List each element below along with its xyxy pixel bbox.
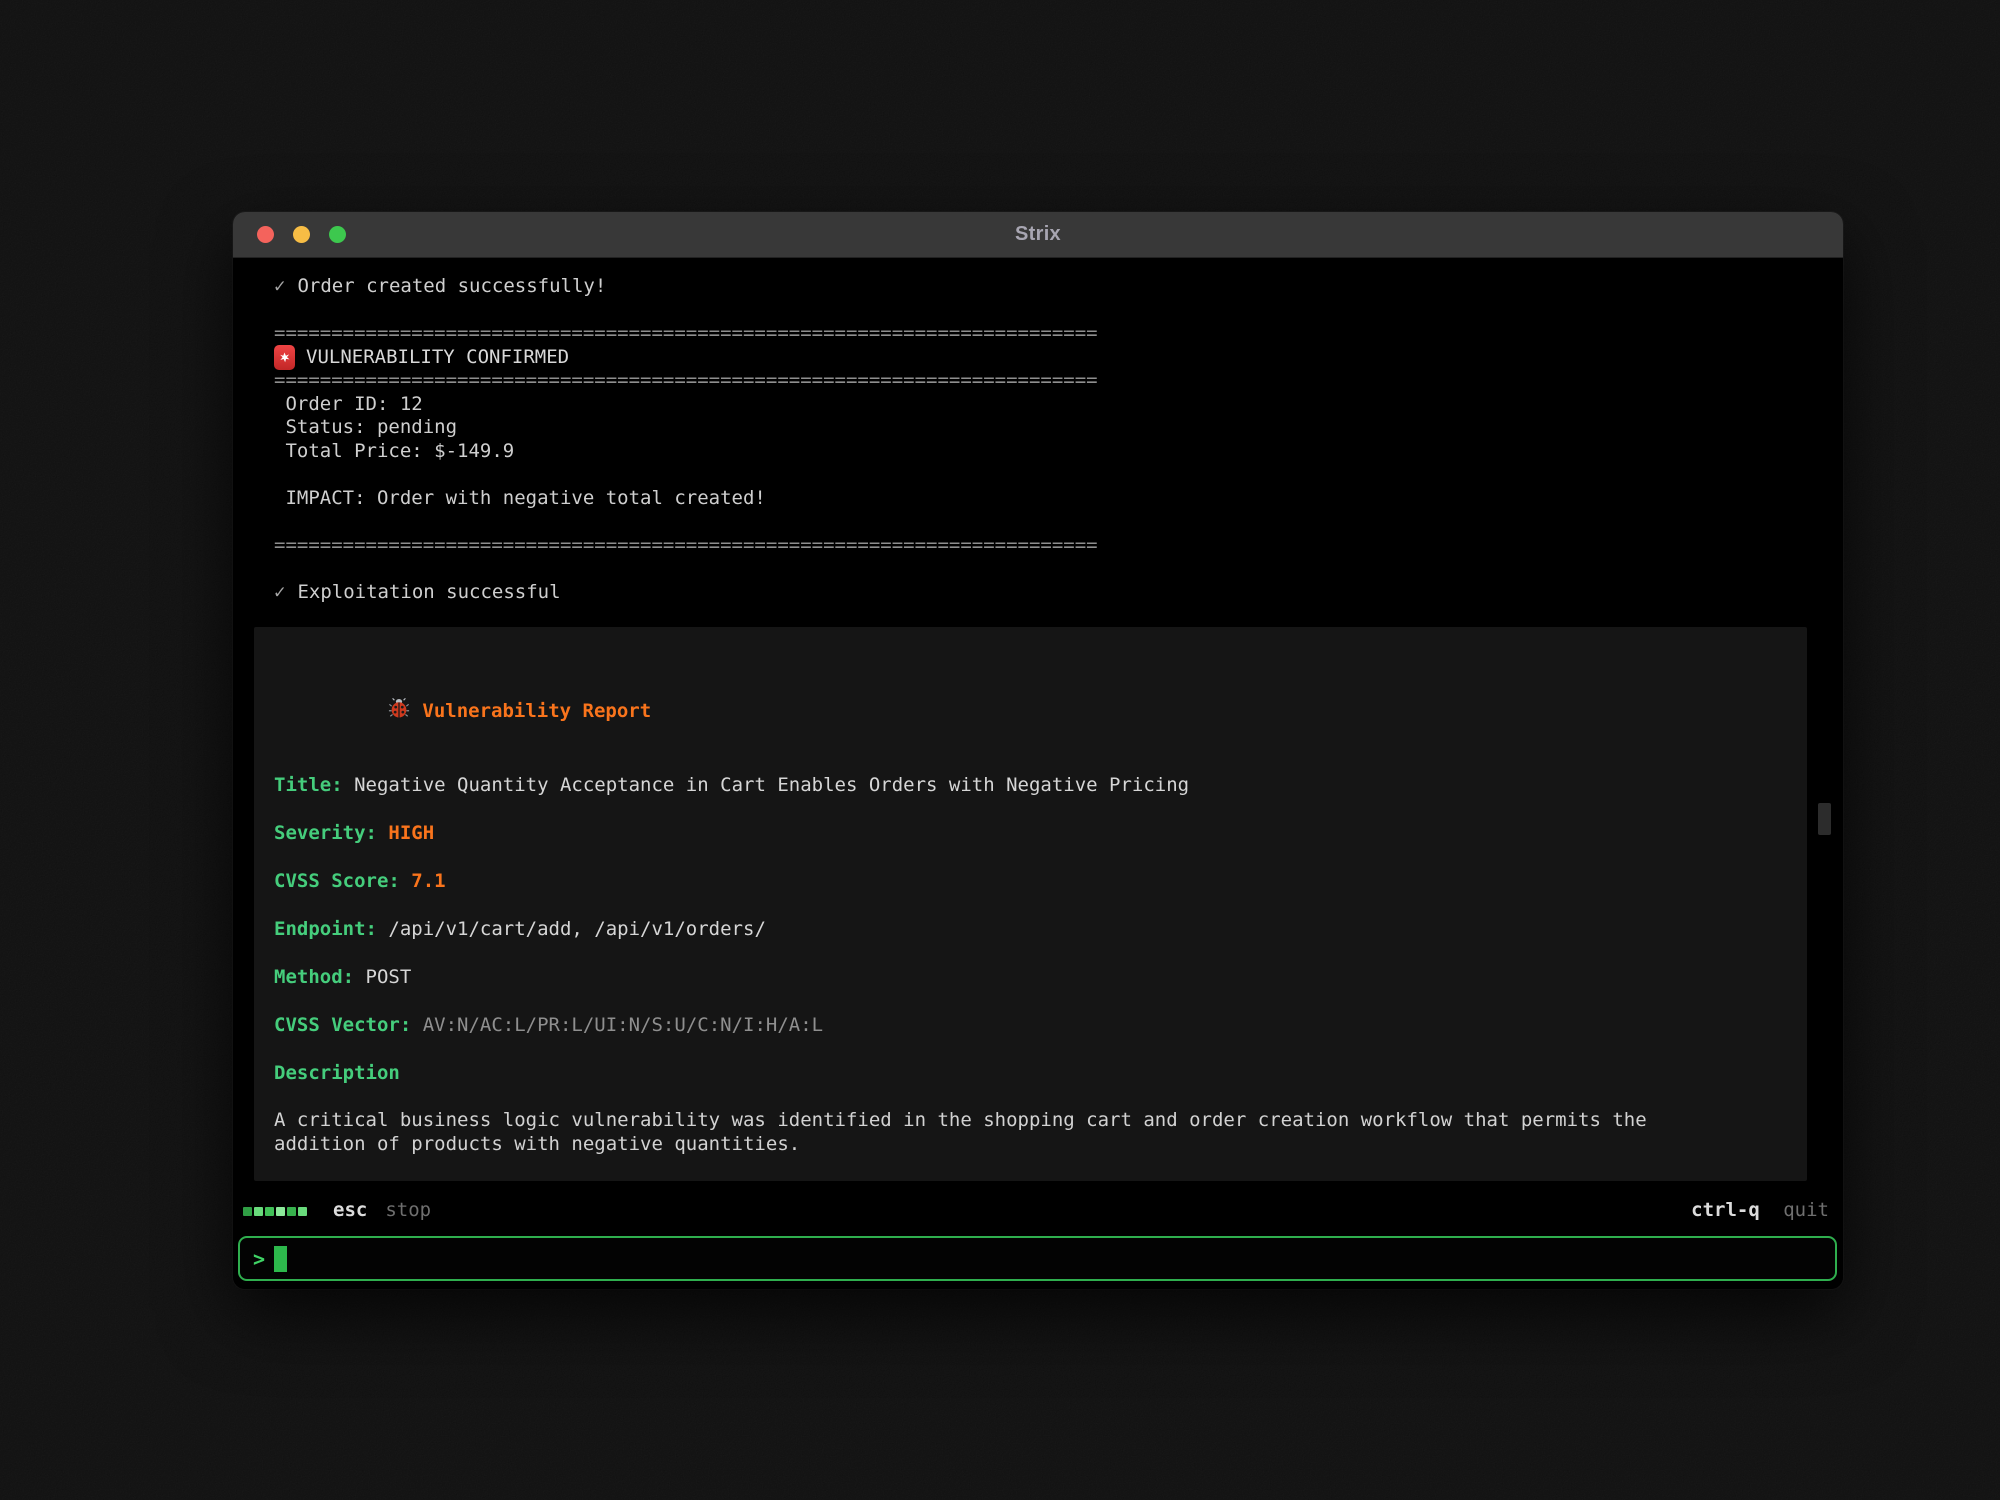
text-cursor: [274, 1246, 287, 1272]
title-label: Title:: [274, 774, 354, 796]
report-severity-row: Severity: HIGH: [274, 821, 1787, 845]
check-icon: ✓: [274, 275, 285, 297]
prompt-chevron: >: [253, 1247, 265, 1271]
cvss-vector-value: AV:N/AC:L/PR:L/UI:N/S:U/C:N/I:H/A:L: [423, 1014, 823, 1036]
stop-action-label: stop: [385, 1199, 431, 1221]
separator-line: ========================================…: [233, 322, 1843, 346]
cvss-score-label: CVSS Score:: [274, 870, 411, 892]
order-id-line: Order ID: 12: [233, 393, 1843, 417]
vulnerability-confirmed-line: VULNERABILITY CONFIRMED: [233, 346, 1843, 370]
exploitation-successful-text: Exploitation successful: [297, 581, 560, 603]
quit-action-label: quit: [1783, 1199, 1829, 1221]
window-titlebar[interactable]: Strix: [233, 212, 1843, 258]
scrollbar-thumb[interactable]: [1818, 803, 1831, 835]
report-method-row: Method: POST: [274, 965, 1787, 989]
separator-line: ========================================…: [233, 369, 1843, 393]
close-button[interactable]: [257, 226, 274, 243]
bug-icon: [274, 673, 410, 749]
method-value: POST: [366, 966, 412, 988]
report-cvss-row: CVSS Score: 7.1: [274, 869, 1787, 893]
ctrl-q-key-hint[interactable]: ctrl-q: [1691, 1199, 1760, 1221]
order-created-line: ✓ Order created successfully!: [233, 275, 1843, 299]
cvss-score-value: 7.1: [411, 870, 445, 892]
status-left: esc stop: [243, 1199, 431, 1221]
esc-key-hint[interactable]: esc: [333, 1199, 367, 1221]
description-paragraph-1: A critical business logic vulnerability …: [274, 1109, 1787, 1157]
severity-label: Severity:: [274, 822, 388, 844]
report-vector-row: CVSS Vector: AV:N/AC:L/PR:L/UI:N/S:U/C:N…: [274, 1013, 1787, 1037]
vulnerability-confirmed-text: VULNERABILITY CONFIRMED: [306, 346, 569, 370]
status-right: ctrl-q quit: [1691, 1199, 1829, 1221]
strix-terminal-window: Strix ✓ Order created successfully! =====…: [233, 212, 1843, 1289]
vulnerability-report-panel: Vulnerability Report Title: Negative Qua…: [254, 627, 1807, 1181]
order-created-text: Order created successfully!: [297, 275, 606, 297]
minimize-button[interactable]: [293, 226, 310, 243]
report-header-text: Vulnerability Report: [422, 699, 651, 723]
report-title-row: Title: Negative Quantity Acceptance in C…: [274, 773, 1787, 797]
terminal-log: ✓ Order created successfully! ===========…: [233, 258, 1843, 604]
total-price-line: Total Price: $-149.9: [233, 440, 1843, 464]
impact-line: IMPACT: Order with negative total create…: [233, 487, 1843, 511]
siren-icon: [274, 345, 295, 370]
zoom-button[interactable]: [329, 226, 346, 243]
exploitation-successful-line: ✓ Exploitation successful: [233, 581, 1843, 605]
endpoint-value: /api/v1/cart/add, /api/v1/orders/: [388, 918, 766, 940]
report-endpoint-row: Endpoint: /api/v1/cart/add, /api/v1/orde…: [274, 917, 1787, 941]
status-bar: esc stop ctrl-q quit: [243, 1197, 1829, 1223]
endpoint-label: Endpoint:: [274, 918, 388, 940]
activity-indicator: [243, 1199, 309, 1221]
terminal-output-area[interactable]: ✓ Order created successfully! ===========…: [233, 258, 1843, 1289]
description-heading: Description: [274, 1061, 1787, 1085]
separator-line: ========================================…: [233, 534, 1843, 558]
status-line: Status: pending: [233, 416, 1843, 440]
title-value: Negative Quantity Acceptance in Cart Ena…: [354, 774, 1189, 796]
report-header: Vulnerability Report: [274, 673, 1787, 749]
cvss-vector-label: CVSS Vector:: [274, 1014, 423, 1036]
check-icon: ✓: [274, 581, 285, 603]
severity-value: HIGH: [388, 822, 434, 844]
command-input[interactable]: >: [238, 1236, 1837, 1281]
method-label: Method:: [274, 966, 366, 988]
window-title: Strix: [233, 223, 1843, 246]
window-controls: [257, 226, 346, 243]
